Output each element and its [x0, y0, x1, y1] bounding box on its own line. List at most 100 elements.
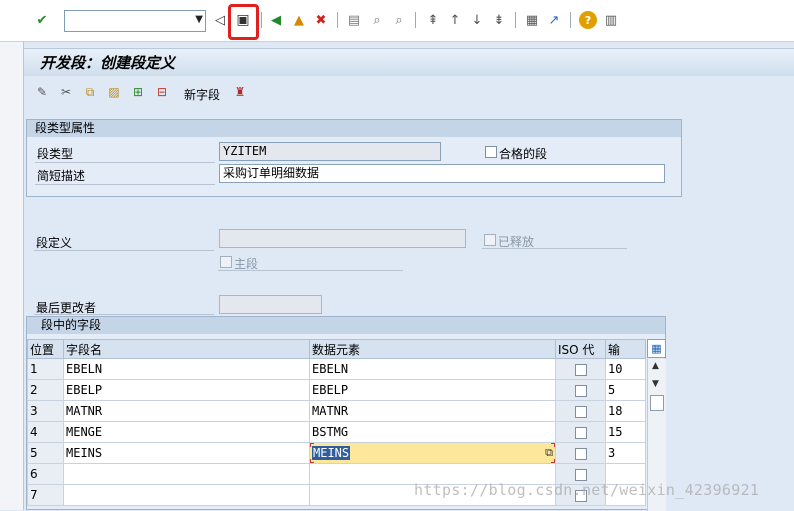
field-name-cell[interactable]: EBELP [63, 379, 310, 401]
standard-toolbar: ✔ ▼ ◁ ▣ ◀ ▲ ✖ ▤ ⌕ ⌕ ⇞ ↑ ↓ ⇟ ▦ ↗ ? ▥ [0, 0, 794, 42]
command-field[interactable]: ▼ [64, 10, 206, 32]
output-length-cell[interactable]: 10 [605, 358, 646, 380]
field-name-cell[interactable]: MATNR [63, 400, 310, 422]
value-help-icon[interactable]: ⧉ [545, 446, 553, 460]
table-row: 2 EBELP EBELP 5 [27, 379, 646, 401]
table-header-row: 位置 字段名 数据元素 ISO 代 输 [27, 339, 646, 359]
scroll-down-icon[interactable]: ▼ [652, 379, 659, 389]
field-name-cell[interactable] [63, 463, 310, 485]
find-next-icon[interactable]: ⌕ [390, 11, 408, 29]
main-segment-checkbox [220, 256, 232, 268]
edit-icon[interactable]: ✎ [34, 84, 50, 100]
iso-code-cell [555, 442, 606, 464]
column-header-field-name[interactable]: 字段名 [63, 339, 310, 359]
save-highlight-box [228, 4, 259, 40]
segment-definition-label: 段定义 [36, 236, 73, 250]
previous-page-icon[interactable]: ↑ [446, 11, 464, 29]
column-header-position[interactable]: 位置 [27, 339, 64, 359]
scroll-up-icon[interactable]: ▲ [652, 361, 659, 371]
shortcut-icon[interactable]: ↗ [545, 11, 563, 29]
copy-icon[interactable]: ⧉ [82, 84, 98, 100]
label-underline [218, 270, 403, 271]
data-element-cell[interactable]: BSTMG [309, 421, 556, 443]
label-underline [482, 248, 627, 249]
iso-code-checkbox[interactable] [574, 363, 587, 376]
next-page-icon[interactable]: ↓ [468, 11, 486, 29]
qualified-segment-label: 合格的段 [499, 147, 548, 161]
application-toolbar: ✎ ✂ ⧉ ▨ ⊞ ⊟ 新字段 ♜ [24, 80, 794, 106]
column-header-output-length[interactable]: 输 [605, 339, 646, 359]
first-page-icon[interactable]: ⇞ [424, 11, 442, 29]
table-row: 5 MEINS MEINS ⧉ 3 [27, 442, 646, 464]
help-icon[interactable]: ? [579, 11, 597, 29]
iso-code-checkbox[interactable] [574, 468, 587, 481]
qualified-segment-checkbox[interactable] [485, 146, 497, 158]
new-field-button[interactable]: 新字段 [184, 86, 220, 103]
segment-definition-field [219, 229, 466, 248]
label-underline [35, 162, 215, 163]
left-frame-strip [0, 42, 24, 510]
print-icon[interactable]: ▤ [345, 11, 363, 29]
group-title: 段中的字段 [27, 317, 665, 334]
table-row: 1 EBELN EBELN 10 [27, 358, 646, 380]
table-settings-icon[interactable]: ▦ [647, 339, 666, 358]
last-changed-by-field [219, 295, 322, 314]
last-page-icon[interactable]: ⇟ [490, 11, 508, 29]
field-name-cell[interactable] [63, 484, 310, 506]
cut-icon[interactable]: ✂ [58, 84, 74, 100]
insert-row-icon[interactable]: ⊞ [130, 84, 146, 100]
toolbar-divider [570, 12, 571, 28]
paste-icon[interactable]: ▨ [106, 84, 122, 100]
back-nav-icon[interactable]: ◁ [211, 11, 229, 29]
short-description-label: 简短描述 [37, 169, 86, 183]
iso-code-cell [555, 400, 606, 422]
iso-code-checkbox[interactable] [574, 447, 587, 460]
toolbar-divider [415, 12, 416, 28]
field-name-cell[interactable]: MENGE [63, 421, 310, 443]
back-icon[interactable]: ◀ [267, 11, 285, 29]
data-element-cell[interactable]: EBELP [309, 379, 556, 401]
toolbar-divider [337, 12, 338, 28]
position-cell: 2 [27, 379, 64, 401]
iso-code-cell [555, 421, 606, 443]
focus-corner [310, 459, 314, 463]
tools-icon[interactable]: ♜ [232, 84, 248, 100]
toolbar-divider [261, 12, 262, 28]
data-element-cell[interactable]: MATNR [309, 400, 556, 422]
find-icon[interactable]: ⌕ [368, 11, 386, 29]
iso-code-checkbox[interactable] [574, 426, 587, 439]
field-name-cell[interactable]: MEINS [63, 442, 310, 464]
layout-icon[interactable]: ▥ [602, 11, 620, 29]
selected-data-element: MEINS [312, 446, 351, 460]
scroll-thumb[interactable] [650, 395, 664, 411]
position-cell: 6 [27, 463, 64, 485]
short-description-field[interactable]: 采购订单明细数据 [219, 164, 665, 183]
output-length-cell[interactable]: 18 [605, 400, 646, 422]
page-title: 开发段：创建段定义 [40, 54, 176, 72]
label-underline [34, 314, 214, 315]
output-length-cell[interactable]: 15 [605, 421, 646, 443]
table-row: 4 MENGE BSTMG 15 [27, 421, 646, 443]
column-header-iso-code[interactable]: ISO 代 [555, 339, 606, 359]
chevron-down-icon[interactable]: ▼ [195, 14, 203, 25]
released-checkbox [484, 234, 496, 246]
focus-corner [310, 443, 314, 447]
create-session-icon[interactable]: ▦ [523, 11, 541, 29]
toolbar-divider [515, 12, 516, 28]
exit-icon[interactable]: ▲ [290, 11, 308, 29]
iso-code-checkbox[interactable] [574, 405, 587, 418]
group-title: 段类型属性 [27, 120, 681, 137]
data-element-cell[interactable]: EBELN [309, 358, 556, 380]
column-header-data-element[interactable]: 数据元素 [309, 339, 556, 359]
output-length-cell[interactable]: 5 [605, 379, 646, 401]
output-length-cell[interactable]: 3 [605, 442, 646, 464]
position-cell: 7 [27, 484, 64, 506]
data-element-cell-selected[interactable]: MEINS ⧉ [309, 442, 556, 464]
position-cell: 3 [27, 400, 64, 422]
field-name-cell[interactable]: EBELN [63, 358, 310, 380]
delete-row-icon[interactable]: ⊟ [154, 84, 170, 100]
enter-icon[interactable]: ✔ [33, 11, 51, 29]
cancel-icon[interactable]: ✖ [312, 11, 330, 29]
segment-type-field[interactable]: YZITEM [219, 142, 441, 161]
iso-code-checkbox[interactable] [574, 384, 587, 397]
